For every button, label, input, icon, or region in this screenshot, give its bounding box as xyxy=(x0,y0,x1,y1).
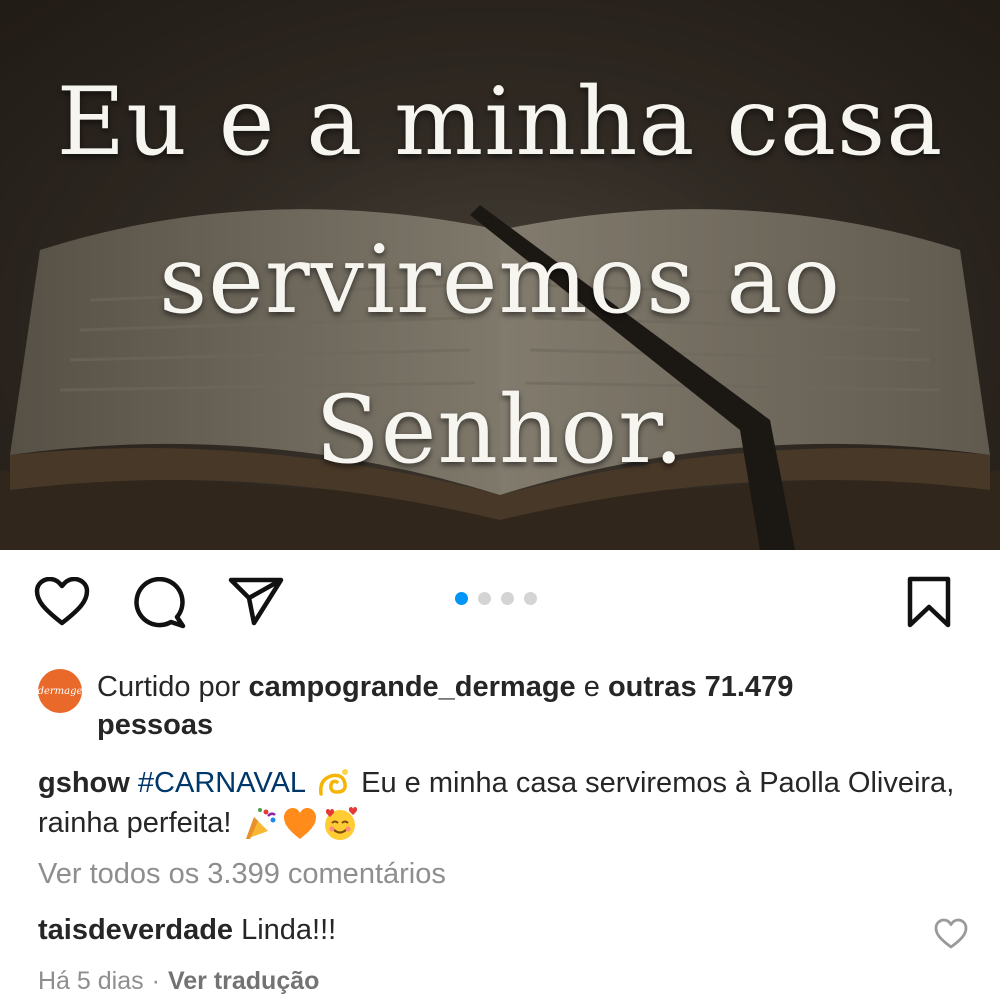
comment-text: Linda!!! xyxy=(233,914,337,946)
meta-separator: · xyxy=(151,967,160,995)
quote-line-1: Eu e a minha casa xyxy=(56,68,944,177)
carousel-dot xyxy=(501,592,514,605)
quote-line-2: serviremos ao xyxy=(158,226,841,335)
see-translation-link[interactable]: Ver tradução xyxy=(168,967,319,995)
comment-like-button[interactable] xyxy=(934,918,968,950)
bookmark-icon xyxy=(907,576,951,628)
carousel-dot xyxy=(524,592,537,605)
carousel-dot xyxy=(455,592,468,605)
post-action-bar xyxy=(0,550,1000,650)
party-popper-icon xyxy=(245,808,276,840)
likes-prefix: Curtido por xyxy=(97,671,249,703)
heart-outline-icon xyxy=(934,918,968,949)
smiling-face-hearts-icon xyxy=(324,807,357,841)
carousel-dot xyxy=(478,592,491,605)
comment-item: taisdeverdade Linda!!! xyxy=(38,914,336,947)
paper-plane-icon xyxy=(228,577,284,626)
view-all-comments-link[interactable]: Ver todos os 3.399 comentários xyxy=(38,858,446,891)
heart-outline-icon xyxy=(34,576,90,626)
share-button[interactable] xyxy=(228,576,284,626)
liker-username[interactable]: campogrande_dermage xyxy=(249,671,576,703)
comment-button[interactable] xyxy=(131,576,187,629)
quote-line-3: Senhor. xyxy=(315,376,685,485)
comment-timestamp: Há 5 dias xyxy=(38,967,144,995)
comment-username[interactable]: taisdeverdade xyxy=(38,914,233,946)
liker-avatar[interactable]: dermage xyxy=(38,669,82,713)
carousel-indicator xyxy=(455,592,537,606)
caption-username[interactable]: gshow xyxy=(38,767,130,799)
caption-hashtag[interactable]: #CARNAVAL xyxy=(138,767,305,799)
likes-middle: e xyxy=(575,671,608,703)
comment-bubble-icon xyxy=(134,576,186,629)
like-button[interactable] xyxy=(34,576,90,627)
likes-text[interactable]: Curtido por campogrande_dermage e outras… xyxy=(97,668,977,744)
comment-meta: Há 5 dias · Ver tradução xyxy=(38,967,319,996)
post-image[interactable]: Eu e a minha casa serviremos ao Senhor. xyxy=(0,0,1000,550)
dizzy-icon xyxy=(319,769,349,797)
avatar-logo-text: dermage xyxy=(37,685,83,697)
likes-others-count[interactable]: outras 71.479 xyxy=(608,671,793,703)
likes-others-suffix[interactable]: pessoas xyxy=(97,709,213,741)
save-button[interactable] xyxy=(904,576,954,628)
post-caption: gshow #CARNAVAL Eu e minha casa servirem… xyxy=(38,763,968,843)
orange-heart-icon xyxy=(283,808,316,840)
